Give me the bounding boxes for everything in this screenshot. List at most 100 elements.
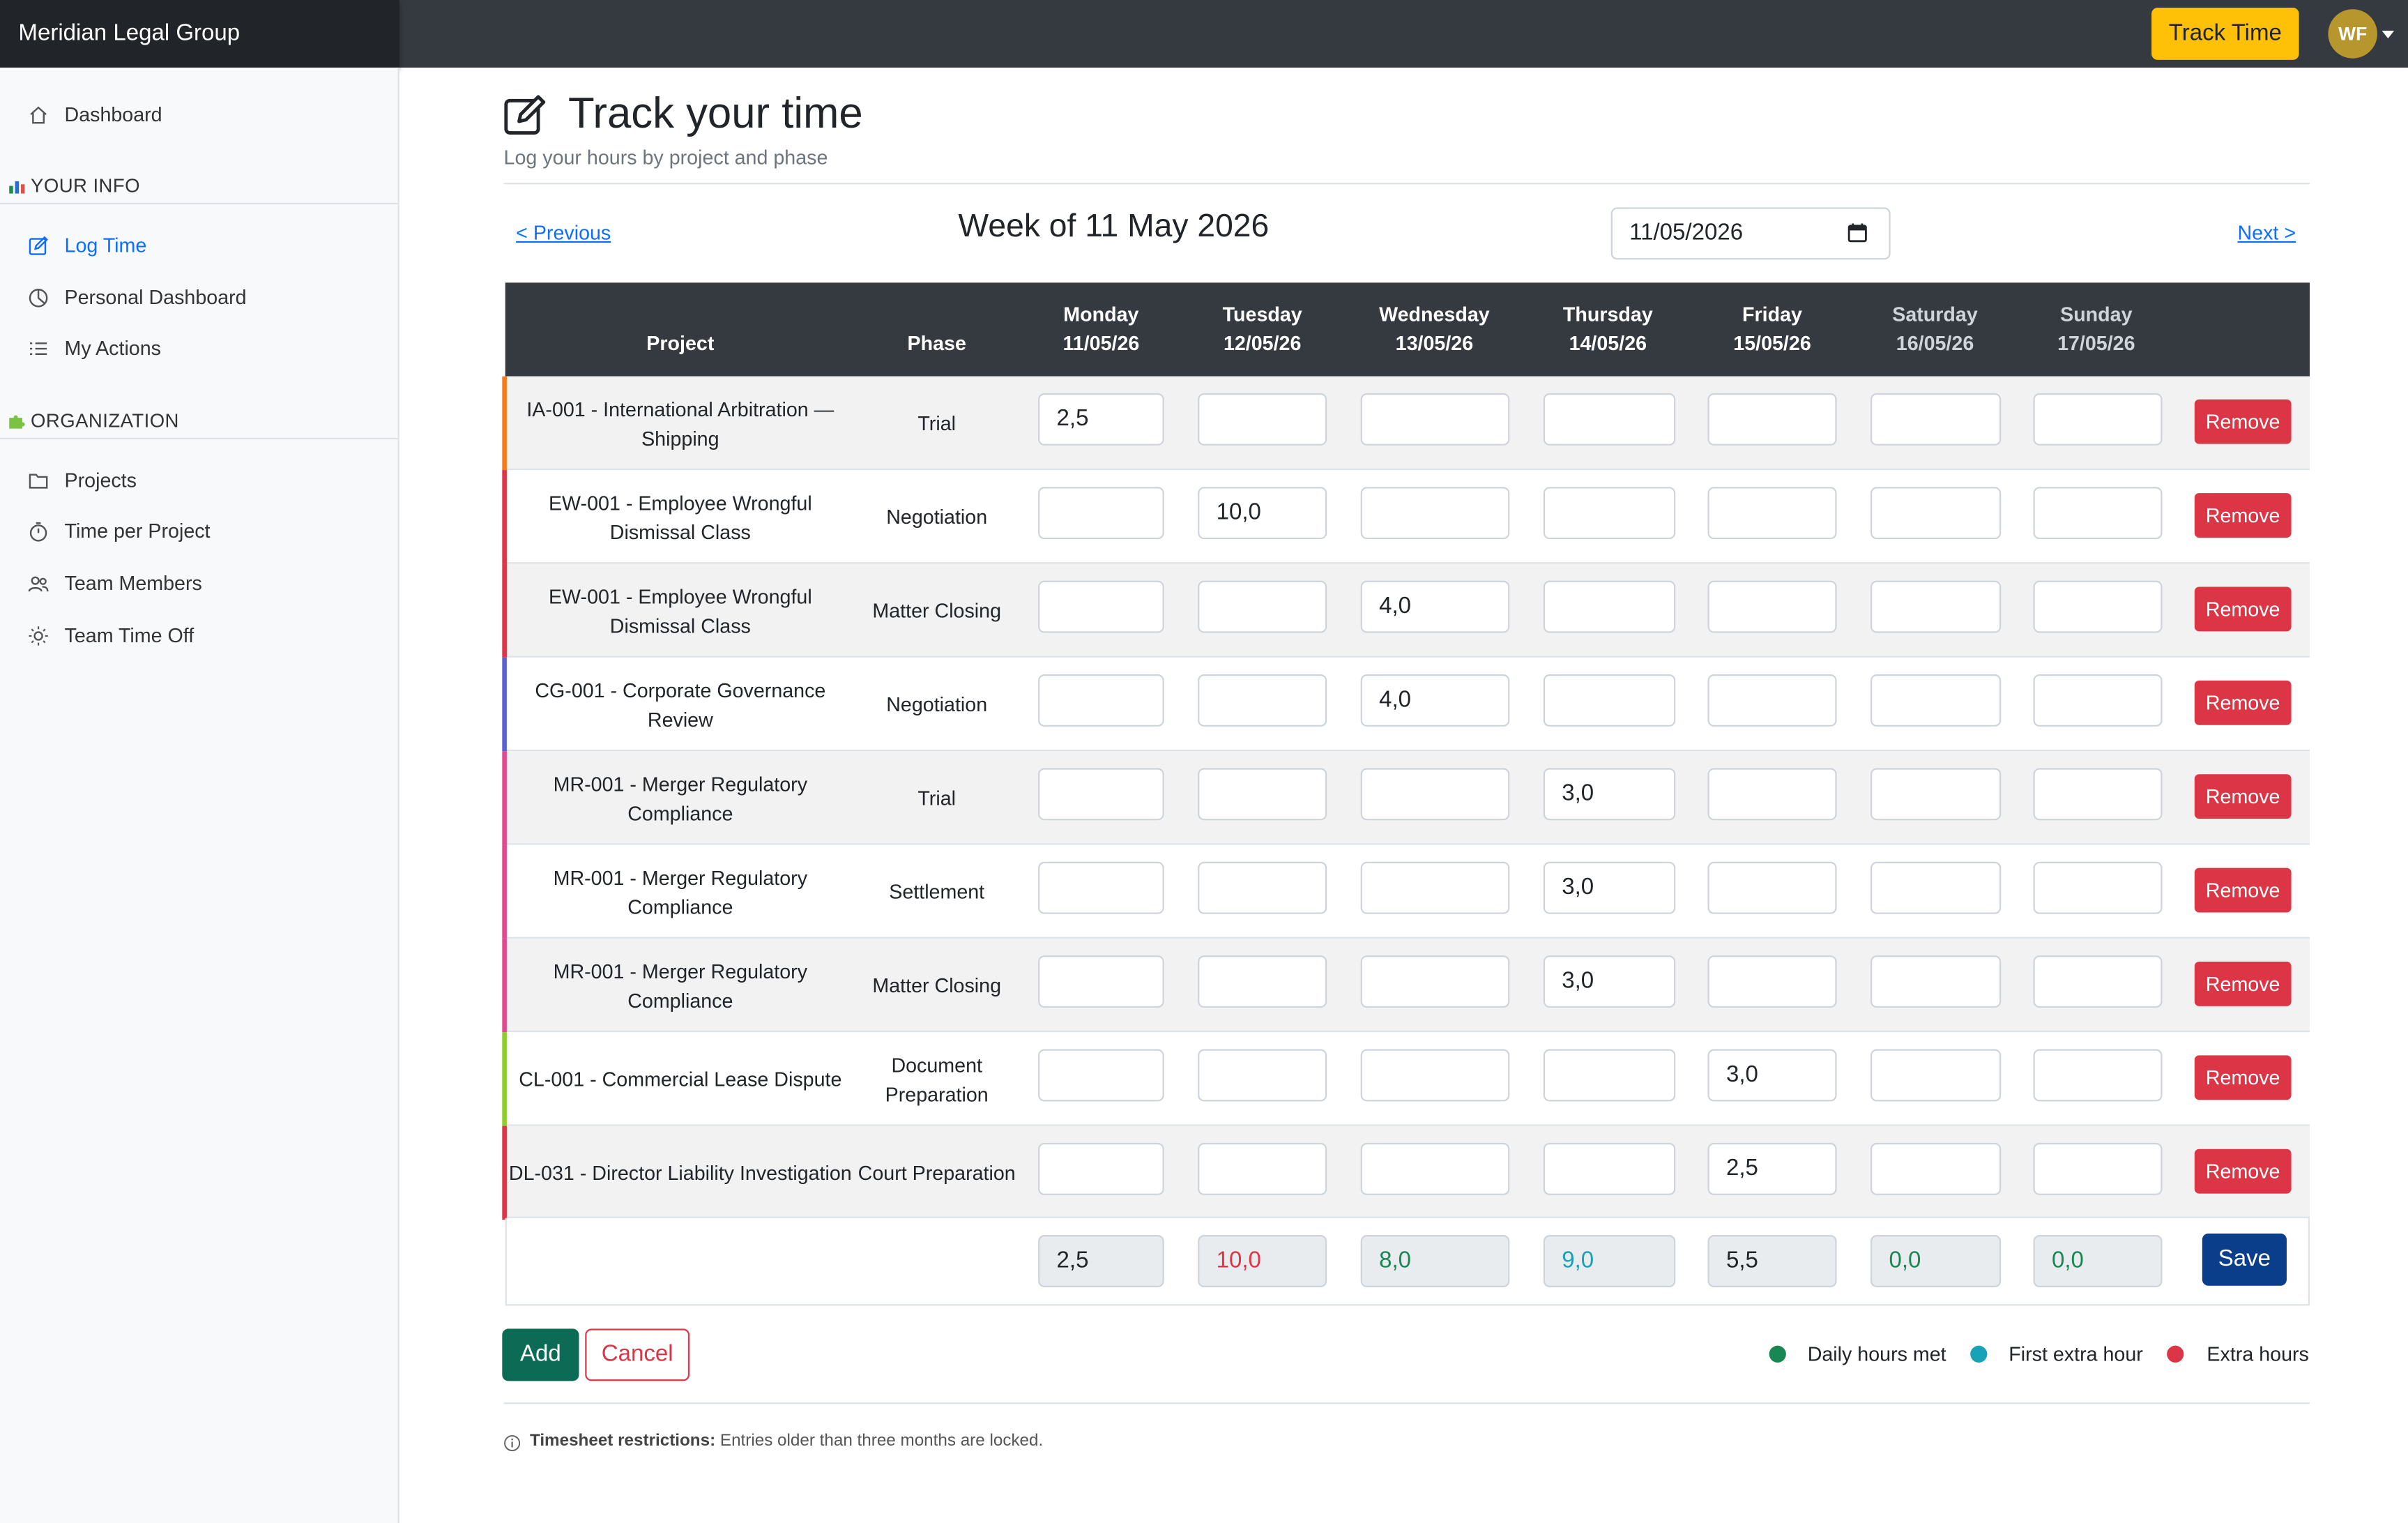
hours-input-sunday[interactable] [2033, 487, 2163, 540]
sidebar-item-projects[interactable]: Projects [0, 457, 398, 503]
hours-input-tuesday[interactable]: 10,0 [1198, 487, 1327, 540]
hours-input-friday[interactable]: 2,5 [1707, 1142, 1837, 1195]
remove-row-button[interactable]: Remove [2194, 493, 2292, 538]
hours-input-monday[interactable] [1038, 580, 1164, 633]
hours-input-saturday[interactable] [1870, 580, 2002, 633]
sidebar-item-my-actions[interactable]: My Actions [0, 326, 398, 372]
hours-input-saturday[interactable] [1870, 768, 2002, 821]
hours-input-thursday[interactable] [1543, 1049, 1676, 1102]
hours-input-saturday[interactable] [1870, 1142, 2002, 1195]
sidebar-item-dashboard[interactable]: Dashboard [0, 92, 398, 138]
hours-input-thursday[interactable] [1543, 393, 1676, 446]
hours-input-monday[interactable] [1038, 861, 1164, 914]
hours-input-saturday[interactable] [1870, 861, 2002, 914]
remove-row-button[interactable]: Remove [2194, 774, 2292, 819]
hours-input-wednesday[interactable] [1360, 1049, 1510, 1102]
hours-input-wednesday[interactable]: 4,0 [1360, 580, 1510, 633]
hours-input-thursday[interactable] [1543, 580, 1676, 633]
sidebar-item-personal-dashboard[interactable]: Personal Dashboard [0, 275, 398, 321]
brand-title[interactable]: Meridian Legal Group [0, 0, 399, 68]
project-cell: DL-031 - Director Liability Investigatio… [508, 1161, 852, 1185]
hours-input-tuesday[interactable] [1198, 1049, 1327, 1102]
hours-input-wednesday[interactable] [1360, 487, 1510, 540]
hours-input-saturday[interactable] [1870, 487, 2002, 540]
remove-row-button[interactable]: Remove [2194, 680, 2292, 725]
save-button[interactable]: Save [2202, 1233, 2287, 1286]
hours-input-wednesday[interactable]: 4,0 [1360, 674, 1510, 727]
hours-input-wednesday[interactable] [1360, 861, 1510, 914]
remove-row-button[interactable]: Remove [2194, 961, 2292, 1006]
hours-input-wednesday[interactable] [1360, 1142, 1510, 1195]
hours-input-sunday[interactable] [2033, 580, 2163, 633]
hours-input-tuesday[interactable] [1198, 955, 1327, 1008]
remove-row-button[interactable]: Remove [2194, 867, 2292, 913]
hours-input-thursday[interactable] [1543, 674, 1676, 727]
hours-input-tuesday[interactable] [1198, 861, 1327, 914]
sidebar-item-team-time-off[interactable]: Team Time Off [0, 613, 398, 659]
track-time-button[interactable]: Track Time [2151, 8, 2299, 60]
hours-input-monday[interactable]: 2,5 [1038, 393, 1164, 446]
hours-input-sunday[interactable] [2033, 1142, 2163, 1195]
calendar-icon[interactable] [1847, 222, 1868, 243]
hours-input-friday[interactable]: 3,0 [1707, 1049, 1837, 1102]
hours-input-tuesday[interactable] [1198, 580, 1327, 633]
hours-input-sunday[interactable] [2033, 768, 2163, 821]
hours-input-monday[interactable] [1038, 768, 1164, 821]
hours-input-sunday[interactable] [2033, 861, 2163, 914]
hours-input-friday[interactable] [1707, 955, 1837, 1008]
hours-input-saturday[interactable] [1870, 1049, 2002, 1102]
hours-input-friday[interactable] [1707, 580, 1837, 633]
edit-icon [504, 95, 546, 135]
hours-input-tuesday[interactable] [1198, 393, 1327, 446]
cancel-button[interactable]: Cancel [585, 1328, 690, 1381]
remove-row-button[interactable]: Remove [2194, 586, 2292, 632]
hours-input-friday[interactable] [1707, 393, 1837, 446]
sidebar-item-team-members[interactable]: Team Members [0, 561, 398, 607]
sidebar-item-time-per-project[interactable]: Time per Project [0, 508, 398, 554]
hours-input-friday[interactable] [1707, 487, 1837, 540]
hours-input-friday[interactable] [1707, 861, 1837, 914]
hours-input-monday[interactable] [1038, 1142, 1164, 1195]
hours-input-wednesday[interactable] [1360, 768, 1510, 821]
sidebar-item-log-time[interactable]: Log Time [0, 222, 398, 268]
hours-input-monday[interactable] [1038, 1049, 1164, 1102]
table-row: CL-001 - Commercial Lease Dispute Docume… [502, 1032, 2310, 1126]
hours-input-friday[interactable] [1707, 768, 1837, 821]
previous-week-link[interactable]: < Previous [516, 221, 611, 244]
hours-input-thursday[interactable]: 3,0 [1543, 955, 1676, 1008]
hours-input-sunday[interactable] [2033, 674, 2163, 727]
hours-input-thursday[interactable] [1543, 487, 1676, 540]
hours-input-tuesday[interactable] [1198, 674, 1327, 727]
hours-input-friday[interactable] [1707, 674, 1837, 727]
hours-input-sunday[interactable] [2033, 955, 2163, 1008]
sidebar-item-label: My Actions [64, 336, 161, 360]
next-week-link[interactable]: Next > [2237, 221, 2296, 244]
hours-input-saturday[interactable] [1870, 393, 2002, 446]
remove-row-button[interactable]: Remove [2194, 1055, 2292, 1100]
remove-row-button[interactable]: Remove [2194, 399, 2292, 444]
hours-input-monday[interactable] [1038, 487, 1164, 540]
user-avatar[interactable]: WF [2328, 9, 2377, 59]
add-row-button[interactable]: Add [502, 1328, 579, 1381]
hours-input-saturday[interactable] [1870, 955, 2002, 1008]
hours-input-wednesday[interactable] [1360, 955, 1510, 1008]
hours-input-wednesday[interactable] [1360, 393, 1510, 446]
hours-input-saturday[interactable] [1870, 674, 2002, 727]
legend-label: Daily hours met [1807, 1342, 1946, 1366]
section-label: YOUR INFO [31, 175, 141, 197]
hours-input-thursday[interactable]: 3,0 [1543, 768, 1676, 821]
table-row: MR-001 - Merger Regulatory Compliance Tr… [502, 751, 2310, 845]
user-menu-caret-icon[interactable] [2382, 31, 2395, 39]
timesheet-restrictions-note: Timesheet restrictions: Entries older th… [530, 1432, 1043, 1450]
hours-input-monday[interactable] [1038, 674, 1164, 727]
total-thursday: 9,0 [1543, 1235, 1676, 1287]
hours-input-monday[interactable] [1038, 955, 1164, 1008]
hours-input-sunday[interactable] [2033, 393, 2163, 446]
hours-input-sunday[interactable] [2033, 1049, 2163, 1102]
list-icon [29, 342, 47, 355]
hours-input-thursday[interactable]: 3,0 [1543, 861, 1676, 914]
remove-row-button[interactable]: Remove [2194, 1149, 2292, 1194]
hours-input-tuesday[interactable] [1198, 768, 1327, 821]
hours-input-thursday[interactable] [1543, 1142, 1676, 1195]
hours-input-tuesday[interactable] [1198, 1142, 1327, 1195]
